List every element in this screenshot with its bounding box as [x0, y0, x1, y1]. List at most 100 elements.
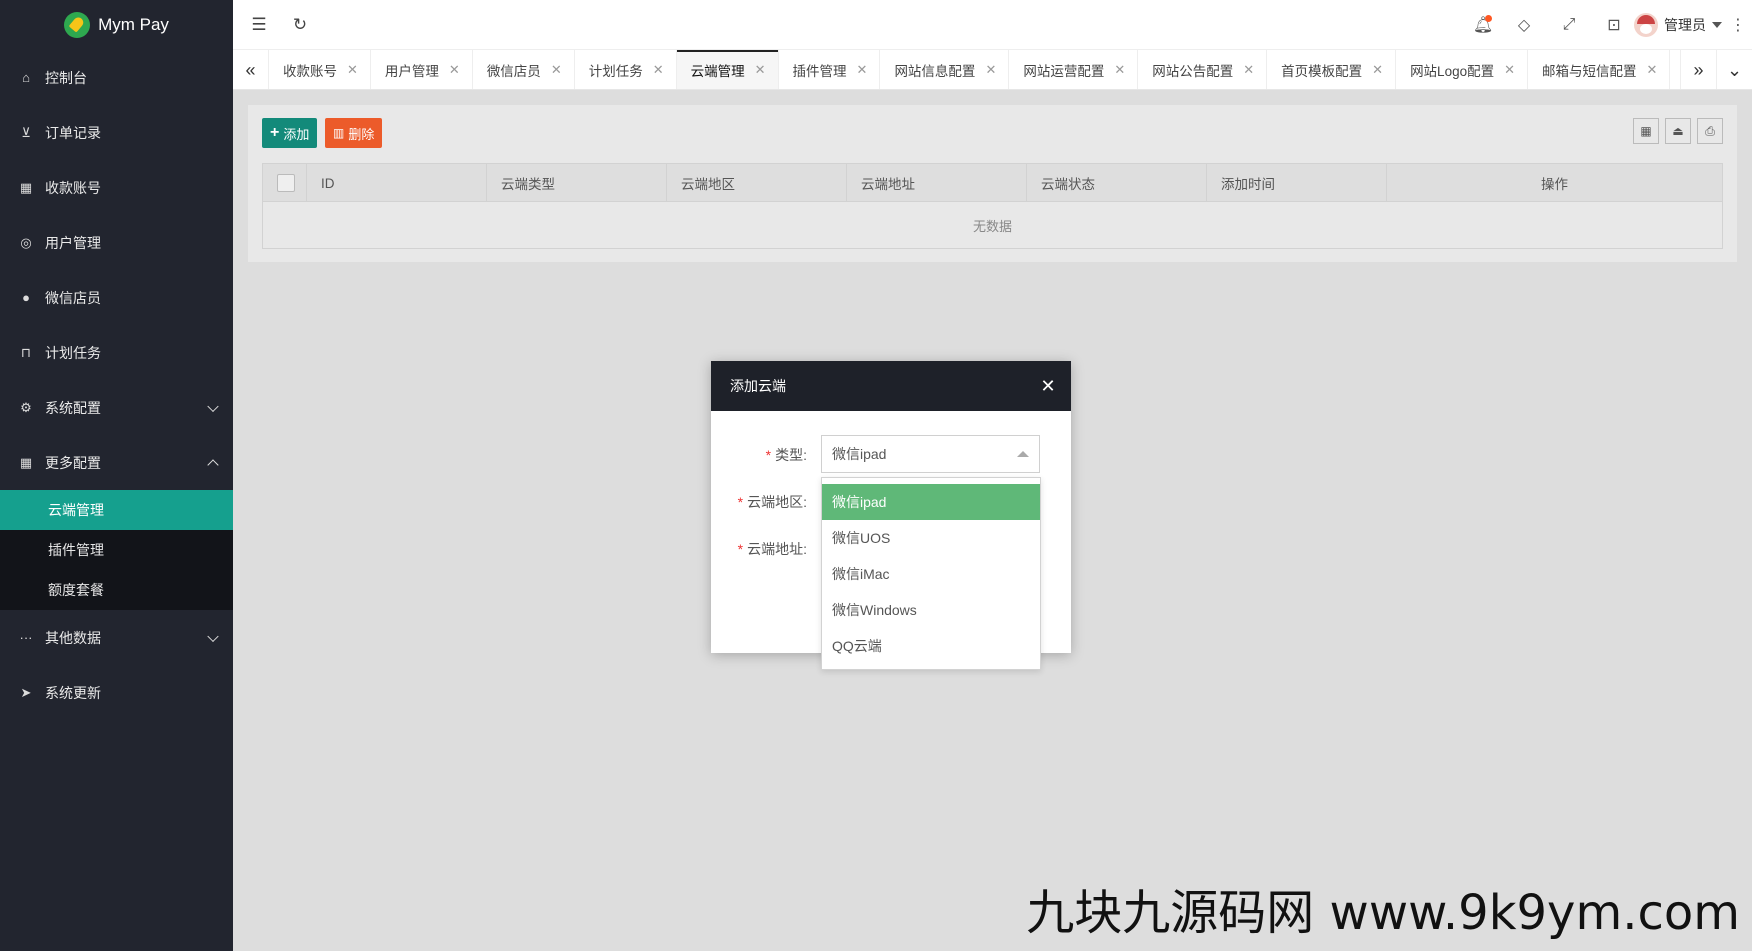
column-header[interactable]: ID: [307, 164, 487, 202]
apps-icon: ▦: [19, 179, 33, 195]
tab-label: 插件管理: [792, 64, 847, 79]
data-table: ID 云端类型 云端地区 云端地址 云端状态 添加时间 操作 无数据: [262, 163, 1723, 249]
sidebar-item-users[interactable]: ◎ 用户管理: [0, 215, 233, 270]
user-menu[interactable]: 管理员: [1634, 12, 1722, 38]
column-header[interactable]: 云端类型: [487, 164, 667, 202]
type-select-value: 微信ipad: [832, 446, 887, 462]
fullscreen-icon[interactable]: ⤢: [1557, 13, 1581, 37]
tab-label: 网站信息配置: [894, 64, 976, 79]
menu-toggle-icon[interactable]: ☰: [247, 13, 271, 37]
column-header[interactable]: 云端地址: [847, 164, 1027, 202]
print-icon[interactable]: ⎙: [1697, 118, 1723, 144]
tab-label: 邮箱与短信配置: [1542, 64, 1637, 79]
caret-up-icon: [1017, 451, 1029, 457]
tab-item[interactable]: 网站Logo配置 ✕: [1396, 50, 1529, 89]
sidebar-item-label: 其他数据: [45, 629, 101, 646]
sidebar-item-tasks[interactable]: ⊓ 计划任务: [0, 325, 233, 380]
cart-icon: ⊻: [21, 124, 31, 140]
sidebar-item-label: 计划任务: [45, 344, 101, 361]
tab-close-icon[interactable]: ✕: [653, 62, 664, 78]
column-header: 操作: [1541, 177, 1568, 192]
type-label: * 类型:: [765, 447, 807, 463]
tabs-menu-chevron-icon[interactable]: ⌄: [1716, 50, 1752, 89]
tab-close-icon[interactable]: ✕: [1372, 62, 1383, 78]
tab-item[interactable]: 云端管理 ✕: [676, 50, 779, 89]
chevron-down-icon: [207, 630, 219, 642]
tab-list: 收款账号 ✕ 用户管理 ✕ 微信店员 ✕ 计划任务 ✕ 云端管理 ✕ 插件管理 ✕ 网站信息配置 ✕ 网站运…: [269, 50, 1671, 89]
tab-close-icon[interactable]: ✕: [1647, 62, 1658, 78]
add-button-label: 添加: [283, 126, 310, 142]
tab-close-icon[interactable]: ✕: [985, 62, 996, 78]
tasks-icon: ⊓: [20, 344, 32, 360]
add-button[interactable]: + 添加: [262, 118, 318, 148]
tab-close-icon[interactable]: ✕: [1243, 62, 1254, 78]
select-all-checkbox[interactable]: [277, 174, 295, 192]
sidebar-subitem-cloud[interactable]: 云端管理: [0, 490, 233, 530]
type-option[interactable]: 微信UOS: [822, 520, 1040, 556]
lock-icon[interactable]: ⊡: [1602, 13, 1626, 37]
sidebar-item-more-config[interactable]: ▦ 更多配置: [0, 435, 233, 490]
column-header[interactable]: 云端地区: [667, 164, 847, 202]
tab-item[interactable]: 网站运营配置 ✕: [1009, 50, 1139, 89]
tab-item[interactable]: 用户管理 ✕: [371, 50, 473, 89]
sidebar-item-label: 用户管理: [45, 234, 101, 251]
sidebar-subitem-quota[interactable]: 额度套餐: [0, 570, 233, 610]
type-option[interactable]: 微信ipad: [822, 484, 1040, 520]
tab-item[interactable]: 插件管理 ✕: [779, 50, 881, 89]
tab-close-icon[interactable]: ✕: [449, 62, 460, 78]
app-logo[interactable]: Mym Pay: [0, 0, 233, 50]
delete-button[interactable]: ▥ 删除: [325, 118, 383, 148]
tabs-scroll-left-icon[interactable]: «: [233, 50, 269, 89]
tag-icon[interactable]: ◇: [1512, 13, 1536, 37]
export-icon[interactable]: ⏏: [1665, 118, 1691, 144]
more-vertical-icon[interactable]: ⋮: [1726, 13, 1750, 37]
tabs-scroll-right-icon[interactable]: »: [1680, 50, 1716, 89]
bell-icon[interactable]: 🔔︎: [1471, 13, 1495, 37]
column-header[interactable]: 添加时间: [1207, 164, 1387, 202]
rocket-logo-icon: [64, 12, 91, 38]
address-label: * 云端地址:: [737, 541, 807, 557]
type-option[interactable]: QQ云端: [822, 628, 1040, 664]
top-header: ☰ ↻ 🔔︎ ◇ ⤢ ⊡ 管理员 ⋮: [233, 0, 1752, 50]
app-name: Mym Pay: [98, 15, 169, 34]
sidebar-item-accounts[interactable]: ▦ 收款账号: [0, 160, 233, 215]
tab-close-icon[interactable]: ✕: [755, 62, 766, 78]
tab-item[interactable]: 计划任务 ✕: [575, 50, 677, 89]
user-icon: ◎: [20, 234, 32, 250]
close-icon[interactable]: ✕: [1039, 377, 1057, 395]
send-icon: ➤: [20, 684, 32, 700]
tab-close-icon[interactable]: ✕: [347, 62, 358, 78]
tab-label: 微信店员: [486, 64, 541, 79]
sidebar-item-wechat-staff[interactable]: ● 微信店员: [0, 270, 233, 325]
sidebar-item-system-config[interactable]: ⚙ 系统配置: [0, 380, 233, 435]
tab-label: 网站Logo配置: [1410, 64, 1495, 79]
type-option[interactable]: 微信iMac: [822, 556, 1040, 592]
type-option[interactable]: 微信Windows: [822, 592, 1040, 628]
notification-dot: [1485, 15, 1492, 22]
plus-icon: +: [270, 124, 280, 141]
more-icon: ···: [19, 630, 33, 645]
tab-close-icon[interactable]: ✕: [857, 62, 868, 78]
sidebar-item-label: 订单记录: [45, 124, 101, 141]
avatar: [1634, 13, 1658, 37]
refresh-icon[interactable]: ↻: [288, 13, 312, 37]
tab-item[interactable]: 网站信息配置 ✕: [880, 50, 1010, 89]
sidebar-item-dashboard[interactable]: ⌂ 控制台: [0, 50, 233, 105]
tab-item[interactable]: 微信店员 ✕: [473, 50, 575, 89]
tab-item[interactable]: 收款账号 ✕: [269, 50, 371, 89]
tab-bar: « 收款账号 ✕ 用户管理 ✕ 微信店员 ✕ 计划任务 ✕ 云端管理 ✕ 插件管理 ✕ 网站信息配置 ✕ 网…: [233, 50, 1752, 90]
tab-item[interactable]: 首页模板配置 ✕: [1267, 50, 1397, 89]
sidebar-item-orders[interactable]: ⊻ 订单记录: [0, 105, 233, 160]
sidebar-item-other-data[interactable]: ··· 其他数据: [0, 610, 233, 665]
column-header[interactable]: 云端状态: [1027, 164, 1207, 202]
tab-close-icon[interactable]: ✕: [551, 62, 562, 78]
type-select[interactable]: 微信ipad: [821, 435, 1040, 473]
sidebar-item-system-update[interactable]: ➤ 系统更新: [0, 665, 233, 720]
columns-filter-icon[interactable]: ▦: [1633, 118, 1659, 144]
sidebar-subitem-plugins[interactable]: 插件管理: [0, 530, 233, 570]
form-row-type: * 类型: 微信ipad: [711, 435, 1071, 473]
tab-close-icon[interactable]: ✕: [1114, 62, 1125, 78]
tab-item[interactable]: 邮箱与短信配置 ✕: [1528, 50, 1671, 89]
tab-close-icon[interactable]: ✕: [1504, 62, 1515, 78]
tab-item[interactable]: 网站公告配置 ✕: [1138, 50, 1268, 89]
